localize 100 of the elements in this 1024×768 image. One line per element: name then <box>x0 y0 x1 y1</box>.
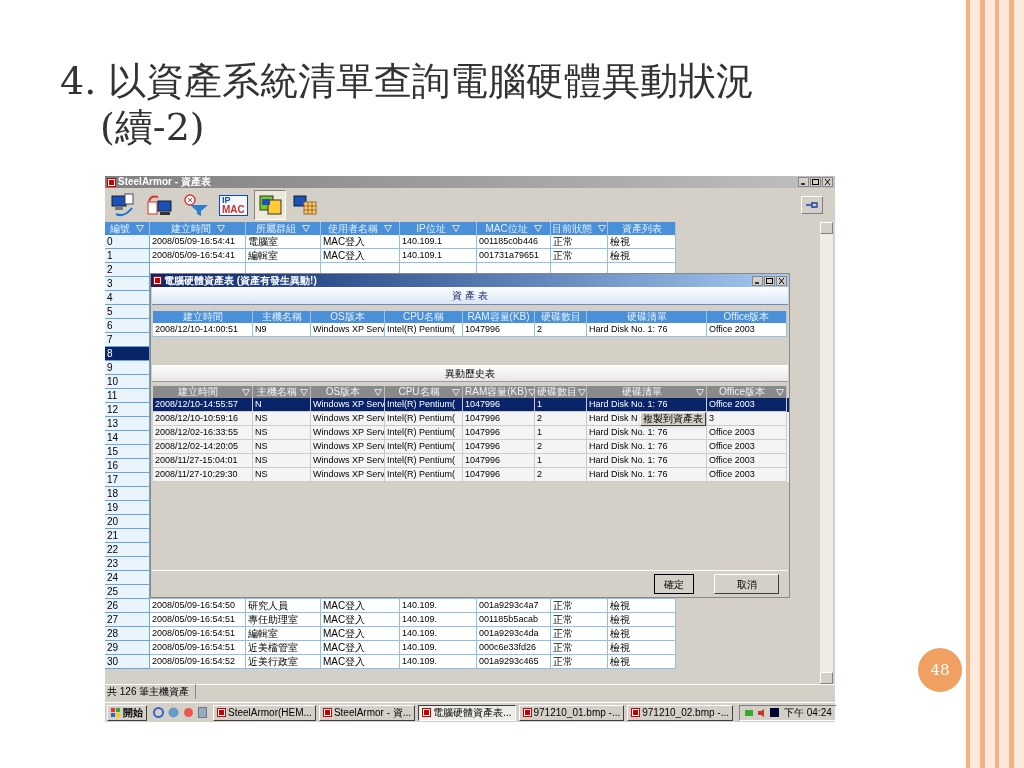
row-number[interactable]: 16 <box>105 459 150 473</box>
filter-clear-icon <box>182 193 210 217</box>
table-row[interactable]: 2008/12/10-14:55:57 N Windows XP Serv Intel(R) Pentium( 1047996 1 Hard Disk No. 1: 76 Office 2003 <box>153 398 789 412</box>
filter-icon[interactable] <box>451 225 460 232</box>
square-icon[interactable] <box>769 708 779 717</box>
table-cell: Hard Disk No. 1: 76 <box>587 468 707 482</box>
table-cell: 2008/12/10-14:00:51 <box>153 323 253 337</box>
row-number[interactable]: 14 <box>105 431 150 445</box>
header-label: CPU名稱 <box>397 387 441 397</box>
filter-icon[interactable] <box>696 388 704 396</box>
close-button[interactable] <box>822 177 833 187</box>
row-number[interactable]: 30 <box>105 655 150 669</box>
row-number[interactable]: 15 <box>105 445 150 459</box>
table-cell: 2008/05/09-16:54:52 <box>150 655 246 669</box>
table-cell: 2008/05/09-16:54:51 <box>150 641 246 655</box>
taskbar-button[interactable]: SteelArmor(HEM... <box>213 704 316 721</box>
table-cell: 2008/05/09-16:54:41 <box>150 249 246 263</box>
pin-button[interactable] <box>801 196 823 214</box>
row-number[interactable]: 20 <box>105 515 150 529</box>
table-row[interactable]: 2008/12/02-14:20:05 NS Windows XP Serv Intel(R) Pentium( 1047996 2 Hard Disk No. 1: 76 Office 2003 <box>153 440 789 454</box>
row-number[interactable]: 22 <box>105 543 150 557</box>
filter-icon[interactable] <box>533 225 542 232</box>
table-cell: 編輯室 <box>246 249 321 263</box>
start-button[interactable]: 開始 <box>107 704 147 721</box>
minimize-button[interactable] <box>752 275 763 286</box>
table-cell: 檢視 <box>608 235 676 249</box>
table-row[interactable]: 2008/11/27-10:29:30 NS Windows XP Serv Intel(R) Pentium( 1047996 2 Hard Disk No. 1: 76 Office 2003 <box>153 468 789 482</box>
app-icon <box>153 276 162 285</box>
filter-icon[interactable] <box>242 388 250 396</box>
filter-icon[interactable] <box>452 388 460 396</box>
filter-icon[interactable] <box>374 388 382 396</box>
row-number[interactable]: 5 <box>105 305 150 319</box>
browser-icon[interactable] <box>153 707 164 718</box>
row-number[interactable]: 12 <box>105 403 150 417</box>
header-label: 硬碟清單 <box>621 387 663 397</box>
filter-icon[interactable] <box>384 225 392 232</box>
table-cell: Intel(R) Pentium( <box>385 323 463 337</box>
taskbar-button[interactable]: 971210_01.bmp -... <box>518 704 625 721</box>
table-row[interactable]: 2008/12/02-16:33:55 NS Windows XP Serv Intel(R) Pentium( 1047996 1 Hard Disk No. 1: 76 Office 2003 <box>153 426 789 440</box>
network-icon[interactable] <box>743 707 754 718</box>
toolbar-button[interactable] <box>253 190 286 220</box>
table-row[interactable]: 2008/11/27-15:04:01 NS Windows XP Serv Intel(R) Pentium( 1047996 1 Hard Disk No. 1: 76 Office 2003 <box>153 454 789 468</box>
dialog-button[interactable]: 取消 <box>714 574 779 594</box>
filter-icon[interactable] <box>578 388 586 396</box>
close-button[interactable] <box>776 275 787 286</box>
section-title: 異動歷史表 <box>445 366 495 381</box>
filter-icon[interactable] <box>776 388 784 396</box>
table-cell: Windows XP Serv <box>311 468 385 482</box>
filter-icon[interactable] <box>528 388 537 396</box>
row-number[interactable]: 25 <box>105 585 150 599</box>
row-number[interactable]: 26 <box>105 599 150 613</box>
filter-icon[interactable] <box>302 225 310 232</box>
scrollbar[interactable] <box>820 222 833 684</box>
row-number[interactable]: 13 <box>105 417 150 431</box>
row-number[interactable]: 23 <box>105 557 150 571</box>
row-number[interactable]: 8 <box>105 347 150 361</box>
table-cell: 檢視 <box>608 599 676 613</box>
slide-title: (續-2) <box>99 104 206 150</box>
table-cell: 001731a79651 <box>477 249 551 263</box>
row-number[interactable]: 0 <box>105 235 150 249</box>
row-number[interactable]: 7 <box>105 333 150 347</box>
filter-icon[interactable] <box>136 225 144 232</box>
table-cell: 1047996 <box>463 468 535 482</box>
row-number[interactable]: 17 <box>105 473 150 487</box>
header-label: RAM容量(KB) <box>465 387 528 397</box>
table-cell: MAC登入 <box>321 249 400 263</box>
row-number[interactable]: 10 <box>105 375 150 389</box>
row-number[interactable]: 19 <box>105 501 150 515</box>
maximize-button[interactable] <box>810 177 821 187</box>
dialog-button[interactable]: 確定 <box>654 574 694 594</box>
row-number[interactable]: 1 <box>105 249 150 263</box>
table-cell: Office 2003 <box>707 468 787 482</box>
row-number[interactable]: 6 <box>105 319 150 333</box>
table-cell: MAC登入 <box>321 641 400 655</box>
filter-icon[interactable] <box>598 225 606 232</box>
row-number[interactable]: 21 <box>105 529 150 543</box>
taskbar-button[interactable]: SteelArmor - 資... <box>318 704 416 721</box>
table-cell: 正常 <box>551 599 608 613</box>
filter-icon[interactable] <box>300 388 308 396</box>
minimize-button[interactable] <box>798 177 809 187</box>
menu-item[interactable]: 複製到資產表 <box>641 413 705 425</box>
row-number[interactable]: 29 <box>105 641 150 655</box>
filter-icon[interactable] <box>216 225 225 232</box>
row-number[interactable]: 2 <box>105 263 150 277</box>
table-cell: 正常 <box>551 249 608 263</box>
document-icon[interactable] <box>198 707 207 718</box>
row-number[interactable]: 11 <box>105 389 150 403</box>
table-cell: 2008/05/09-16:54:51 <box>150 613 246 627</box>
row-number[interactable]: 9 <box>105 361 150 375</box>
row-number[interactable]: 4 <box>105 291 150 305</box>
table-cell: 電腦室 <box>246 235 321 249</box>
row-number[interactable]: 24 <box>105 571 150 585</box>
window-icon <box>631 708 641 717</box>
maximize-button[interactable] <box>764 275 775 286</box>
row-number[interactable]: 28 <box>105 627 150 641</box>
taskbar-button[interactable]: 971210_02.bmp -... <box>627 704 733 721</box>
row-number[interactable]: 18 <box>105 487 150 501</box>
row-number[interactable]: 3 <box>105 277 150 291</box>
taskbar-button[interactable]: 電腦硬體資產表... <box>418 704 516 721</box>
row-number[interactable]: 27 <box>105 613 150 627</box>
